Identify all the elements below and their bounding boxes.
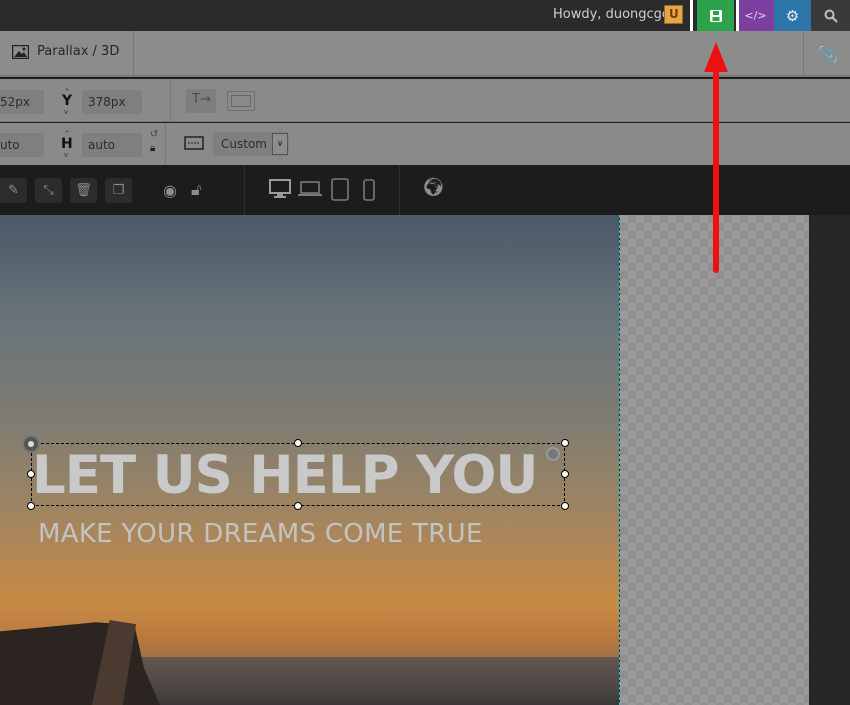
caret-down-icon: v <box>64 151 69 159</box>
h-label: H <box>61 136 73 152</box>
search-button[interactable] <box>811 0 850 31</box>
resize-handle[interactable] <box>561 439 569 447</box>
resize-handle[interactable] <box>561 470 569 478</box>
admin-bar: Howdy, duongcgc </> ⚙ <box>0 0 850 31</box>
right-panel <box>809 215 850 705</box>
height-field[interactable]: auto <box>82 133 142 157</box>
resize-handle[interactable] <box>294 439 302 447</box>
resize-handle[interactable] <box>561 502 569 510</box>
resize-handle[interactable] <box>27 470 35 478</box>
resize-handle[interactable] <box>27 502 35 510</box>
ruler-icon[interactable] <box>184 136 204 152</box>
text-icon: T→ <box>192 92 211 107</box>
image-icon <box>12 44 29 59</box>
tab-parallax-3d[interactable]: Parallax / 3D <box>12 44 119 59</box>
rotate-handle-icon[interactable] <box>546 447 560 461</box>
trash-icon: 🗑︎ <box>75 183 92 198</box>
edit-button[interactable]: ✎ <box>0 178 27 203</box>
save-icon <box>709 9 722 22</box>
caret-up-icon: ^ <box>64 88 70 96</box>
delete-button[interactable]: 🗑︎ <box>70 178 97 203</box>
globe-edit-icon[interactable]: 🌍︎ <box>422 177 445 198</box>
search-icon <box>824 9 838 23</box>
divider <box>165 123 166 165</box>
gear-icon: ⚙ <box>785 6 800 25</box>
text-resize-button[interactable]: T→ <box>186 89 216 113</box>
settings-button[interactable]: ⚙ <box>774 0 811 31</box>
reset-icon[interactable]: ↺ <box>150 129 158 140</box>
save-button[interactable] <box>697 0 734 31</box>
duplicate-button[interactable]: ❐ <box>105 178 132 203</box>
layer-subline[interactable]: MAKE YOUR DREAMS COME TRUE <box>38 519 483 549</box>
box-icon <box>231 95 251 107</box>
laptop-icon[interactable] <box>298 181 322 197</box>
greeting[interactable]: Howdy, duongcgc <box>553 7 669 22</box>
tablet-icon[interactable] <box>331 178 349 201</box>
width-field[interactable]: uto <box>0 133 44 157</box>
position-row: 52px Y ^ v 378px T→ <box>0 79 850 122</box>
size-row: uto H ^ v auto ↺ 🔒︎ <box>0 123 850 165</box>
x-position-field[interactable]: 52px <box>0 90 44 114</box>
collapse-button[interactable]: ⤡ <box>35 178 62 203</box>
tab-parallax-label: Parallax / 3D <box>37 44 120 59</box>
compress-icon: ⤡ <box>43 183 54 198</box>
lock-icon[interactable]: 🔒︎ <box>150 143 155 154</box>
rotate-handle-icon[interactable] <box>22 435 40 453</box>
code-button[interactable]: </> <box>737 0 774 31</box>
avatar[interactable] <box>664 5 683 24</box>
pencil-icon: ✎ <box>8 183 19 198</box>
divider <box>170 79 171 122</box>
eye-icon[interactable]: ◉ <box>163 181 177 200</box>
resize-handle[interactable] <box>294 502 302 510</box>
divider <box>244 165 245 215</box>
desktop-icon[interactable] <box>269 179 291 199</box>
paperclip-icon[interactable]: 📎 <box>818 45 838 64</box>
chevron-down-icon[interactable]: ∨ <box>272 133 288 155</box>
selection-box[interactable] <box>31 443 565 506</box>
editor-toolbar: ✎ ⤡ 🗑︎ ❐ ◉ 🔓︎ 🌍︎ <box>0 165 850 215</box>
divider <box>803 31 804 77</box>
box-size-button[interactable] <box>227 91 255 111</box>
y-position-field[interactable]: 378px <box>82 90 142 114</box>
copy-icon: ❐ <box>112 183 125 198</box>
divider <box>133 31 134 77</box>
caret-up-icon: ^ <box>64 130 70 138</box>
rock-background <box>0 622 160 705</box>
unlock-icon[interactable]: 🔓︎ <box>191 180 201 200</box>
transparent-area <box>620 215 809 705</box>
divider <box>399 165 400 215</box>
caret-down-icon: v <box>64 108 69 116</box>
annotation-arrow <box>713 68 719 273</box>
mobile-icon[interactable] <box>363 179 375 201</box>
